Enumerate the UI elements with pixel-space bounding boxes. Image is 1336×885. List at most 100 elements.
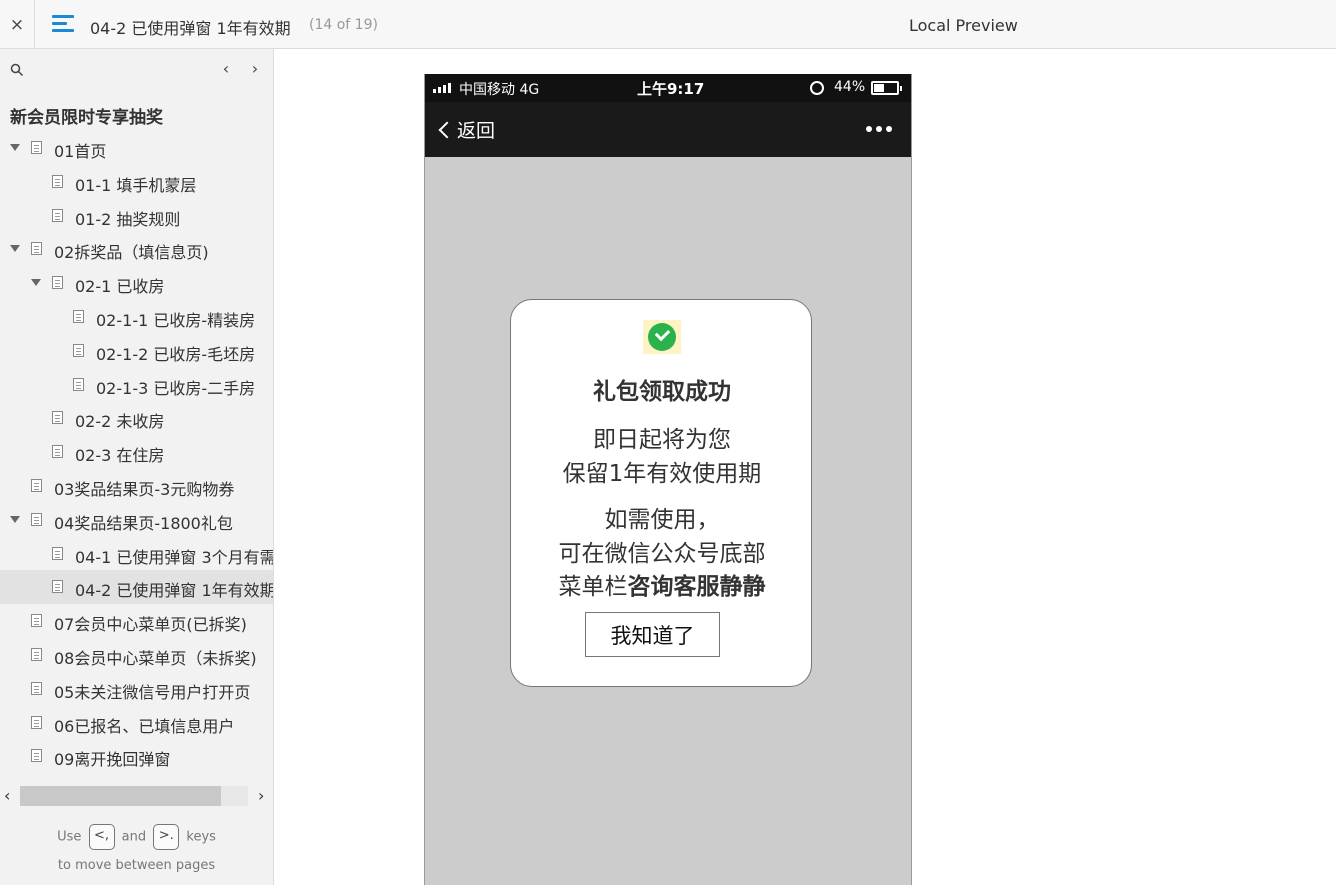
tree-item[interactable]: 06已报名、已填信息用户 — [0, 706, 273, 740]
tree-item[interactable]: 05未关注微信号用户打开页 — [0, 672, 273, 706]
search-icon[interactable] — [10, 63, 24, 77]
tree-item-label: 02拆奖品（填信息页) — [54, 243, 209, 263]
keyboard-hint: Use <, and >. keys — [0, 824, 273, 850]
dialog-line-5-prefix: 菜单栏 — [558, 574, 628, 600]
chevron-left-icon — [438, 121, 456, 138]
page-icon — [31, 478, 42, 492]
tree-item[interactable]: 01-1 填手机蒙层 — [0, 165, 273, 199]
tree-item[interactable]: 02拆奖品（填信息页) — [0, 232, 273, 266]
hint-use: Use — [57, 829, 82, 845]
next-key-icon: >. — [153, 824, 180, 850]
tree-item[interactable]: 04-2 已使用弹窗 1年有效期 — [0, 570, 273, 605]
phone-preview: 中国移动 4G 上午9:17 44% 返回 礼包领取成功 即日起将为您 保留1年… — [424, 74, 912, 885]
tree-item-label: 01首页 — [54, 142, 107, 161]
battery-percent: 44% — [834, 79, 866, 95]
tree-item-label: 04-1 已使用弹窗 3个月有需 — [75, 547, 273, 567]
page-icon — [73, 377, 84, 391]
dialog-line-1: 即日起将为您 — [593, 427, 731, 453]
caret-down-icon[interactable] — [10, 144, 20, 151]
tree-item-label: 02-2 未收房 — [75, 412, 165, 432]
page-icon — [52, 546, 63, 560]
tree-item[interactable]: 01-2 抽奖规则 — [0, 199, 273, 233]
page-icon — [52, 445, 63, 459]
tree-item[interactable]: 09离开挽回弹窗 — [0, 739, 273, 767]
previous-page-button[interactable]: ‹ — [217, 59, 235, 78]
dialog-title: 礼包领取成功 — [593, 379, 731, 405]
next-page-button[interactable]: › — [246, 59, 264, 78]
page-icon — [73, 309, 84, 323]
preview-label: Local Preview — [909, 16, 1018, 35]
top-bar: × 04-2 已使用弹窗 1年有效期 (14 of 19) Local Prev… — [0, 0, 1336, 49]
scroll-thumb[interactable] — [20, 786, 221, 806]
tree-item[interactable]: 07会员中心菜单页(已拆奖) — [0, 604, 273, 638]
tree-item-label: 02-1-1 已收房-精装房 — [96, 310, 256, 330]
carrier-label: 中国移动 4G — [459, 82, 540, 98]
signal-icon — [433, 83, 451, 93]
customer-service-name: 咨询客服静静 — [627, 574, 766, 600]
tree-item[interactable]: 02-1-3 已收房-二手房 — [0, 368, 273, 402]
dialog-line-4: 可在微信公众号底部 — [558, 541, 766, 567]
tree-item[interactable]: 02-1-1 已收房-精装房 — [0, 300, 273, 334]
tree-item-label: 01-1 填手机蒙层 — [75, 175, 197, 195]
tree-item-label: 02-1-3 已收房-二手房 — [96, 378, 256, 398]
prev-key-icon: <, — [88, 824, 115, 850]
got-it-button[interactable]: 我知道了 — [585, 612, 720, 657]
nav-bar: 返回 — [425, 102, 911, 157]
page-icon — [52, 411, 63, 425]
tree-item-label: 04-2 已使用弹窗 1年有效期 — [75, 581, 273, 601]
back-button[interactable]: 返回 — [437, 116, 495, 143]
caret-down-icon[interactable] — [31, 279, 41, 287]
tree-item[interactable]: 02-1 已收房 — [0, 266, 273, 300]
tree-item-label: 05未关注微信号用户打开页 — [54, 682, 251, 702]
page-icon — [52, 208, 63, 222]
status-bar: 中国移动 4G 上午9:17 44% — [425, 74, 911, 102]
tree-item[interactable]: 08会员中心菜单页（未拆奖) — [0, 638, 273, 672]
page-icon — [52, 174, 63, 188]
caret-down-icon[interactable] — [10, 515, 20, 523]
battery-icon — [871, 81, 902, 95]
check-circle-icon — [643, 320, 681, 354]
page-icon — [31, 242, 42, 256]
page-icon — [52, 580, 63, 594]
tree-item-label: 04奖品结果页-1800礼包 — [54, 513, 233, 533]
success-dialog: 礼包领取成功 即日起将为您 保留1年有效使用期 如需使用， 可在微信公众号底部 … — [510, 299, 812, 687]
caret-down-icon[interactable] — [10, 245, 20, 253]
tree-item-label: 02-1-2 已收房-毛坯房 — [96, 344, 256, 364]
rotation-lock-icon — [810, 81, 824, 95]
sidebar: ‹ › 新会员限时专享抽奖 01首页 01-1 填手机蒙层 01-2 抽奖规则 02拆… — [0, 49, 274, 885]
tree-item-label: 08会员中心菜单页（未拆奖) — [54, 648, 257, 668]
hint-keys: keys — [186, 829, 216, 845]
dialog-line-2: 保留1年有效使用期 — [562, 461, 762, 487]
tree-item-label: 01-2 抽奖规则 — [75, 209, 181, 229]
scroll-left-icon[interactable]: ‹ — [4, 786, 10, 805]
tree-item[interactable]: 02-3 在住房 — [0, 435, 273, 469]
close-button[interactable]: × — [0, 0, 35, 49]
hint-and: and — [121, 829, 147, 845]
page-icon — [31, 681, 42, 695]
more-options-icon[interactable] — [866, 126, 892, 132]
keyboard-hint-line2: to move between pages — [57, 858, 216, 873]
hamburger-menu-icon[interactable] — [52, 15, 74, 35]
page-icon — [31, 749, 42, 763]
page-title: 04-2 已使用弹窗 1年有效期 — [90, 19, 291, 38]
page-tree: 01首页 01-1 填手机蒙层 01-2 抽奖规则 02拆奖品（填信息页) 02-1 已… — [0, 131, 273, 767]
tree-item-label: 06已报名、已填信息用户 — [54, 716, 235, 736]
page-icon — [31, 614, 42, 628]
tree-item[interactable]: 01首页 — [0, 131, 273, 165]
back-label: 返回 — [457, 120, 496, 142]
tree-item[interactable]: 04奖品结果页-1800礼包 — [0, 503, 273, 537]
dialog-line-5: 菜单栏咨询客服静静 — [511, 567, 813, 601]
horizontal-scrollbar[interactable]: ‹ › — [0, 784, 273, 808]
project-title: 新会员限时专享抽奖 — [10, 108, 163, 128]
scroll-right-icon[interactable]: › — [258, 786, 264, 805]
tree-item[interactable]: 04-1 已使用弹窗 3个月有需 — [0, 537, 273, 571]
status-time: 上午9:17 — [637, 80, 705, 98]
page-icon — [52, 276, 63, 290]
tree-item[interactable]: 02-2 未收房 — [0, 401, 273, 435]
page-icon — [73, 343, 84, 357]
page-icon — [31, 141, 42, 154]
tree-item[interactable]: 03奖品结果页-3元购物券 — [0, 469, 273, 503]
tree-item-label: 07会员中心菜单页(已拆奖) — [54, 615, 247, 635]
page-icon — [31, 512, 42, 526]
tree-item[interactable]: 02-1-2 已收房-毛坯房 — [0, 334, 273, 368]
